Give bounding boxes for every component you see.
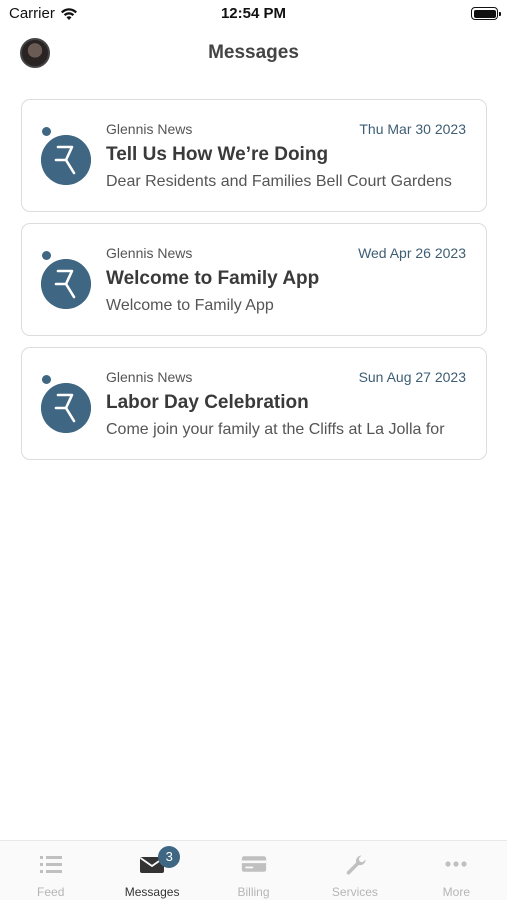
tab-billing[interactable]: Billing bbox=[203, 841, 304, 900]
message-card[interactable]: Glennis News Sun Aug 27 2023 Labor Day C… bbox=[21, 347, 487, 460]
message-list: Glennis News Thu Mar 30 2023 Tell Us How… bbox=[21, 99, 487, 471]
status-time: 12:54 PM bbox=[220, 5, 287, 22]
message-date: Sun Aug 27 2023 bbox=[358, 369, 466, 385]
message-date: Thu Mar 30 2023 bbox=[359, 121, 466, 137]
tab-label: Billing bbox=[237, 885, 270, 899]
tab-messages[interactable]: 3 Messages bbox=[101, 841, 202, 900]
message-preview: Welcome to Family App bbox=[106, 297, 274, 314]
unread-dot bbox=[42, 375, 51, 384]
unread-dot bbox=[42, 127, 51, 136]
message-card[interactable]: Glennis News Thu Mar 30 2023 Tell Us How… bbox=[21, 99, 487, 212]
message-card[interactable]: Glennis News Wed Apr 26 2023 Welcome to … bbox=[21, 223, 487, 336]
sender-logo-icon bbox=[41, 383, 91, 433]
tab-services[interactable]: Services bbox=[304, 841, 405, 900]
message-preview: Come join your family at the Cliffs at L… bbox=[106, 421, 445, 438]
message-subject: Tell Us How We’re Doing bbox=[106, 144, 329, 165]
status-bar: Carrier 12:54 PM bbox=[0, 0, 507, 28]
battery-icon bbox=[471, 7, 501, 20]
list-icon bbox=[39, 856, 62, 873]
credit-card-icon bbox=[241, 856, 266, 872]
more-dots-icon bbox=[445, 861, 467, 867]
tab-more[interactable]: More bbox=[406, 841, 507, 900]
wrench-icon bbox=[346, 855, 366, 875]
page-title: Messages bbox=[208, 42, 299, 63]
tab-bar: Feed 3 Messages Billing Services More bbox=[0, 840, 507, 900]
unread-count-badge: 3 bbox=[158, 846, 181, 868]
message-sender: Glennis News bbox=[106, 369, 193, 385]
message-sender: Glennis News bbox=[106, 121, 193, 137]
message-subject: Labor Day Celebration bbox=[106, 392, 309, 413]
message-subject: Welcome to Family App bbox=[106, 268, 320, 289]
message-preview: Dear Residents and Families Bell Court G… bbox=[106, 173, 452, 190]
unread-dot bbox=[42, 251, 51, 260]
sender-logo-icon bbox=[41, 259, 91, 309]
tab-label: Messages bbox=[124, 885, 180, 899]
message-sender: Glennis News bbox=[106, 245, 193, 261]
tab-feed[interactable]: Feed bbox=[0, 841, 101, 900]
message-date: Wed Apr 26 2023 bbox=[358, 245, 466, 261]
nav-header: Messages bbox=[0, 34, 507, 74]
sender-logo-icon bbox=[41, 135, 91, 185]
tab-label: Services bbox=[331, 885, 378, 899]
tab-label: Feed bbox=[37, 885, 65, 899]
tab-label: More bbox=[442, 885, 470, 899]
